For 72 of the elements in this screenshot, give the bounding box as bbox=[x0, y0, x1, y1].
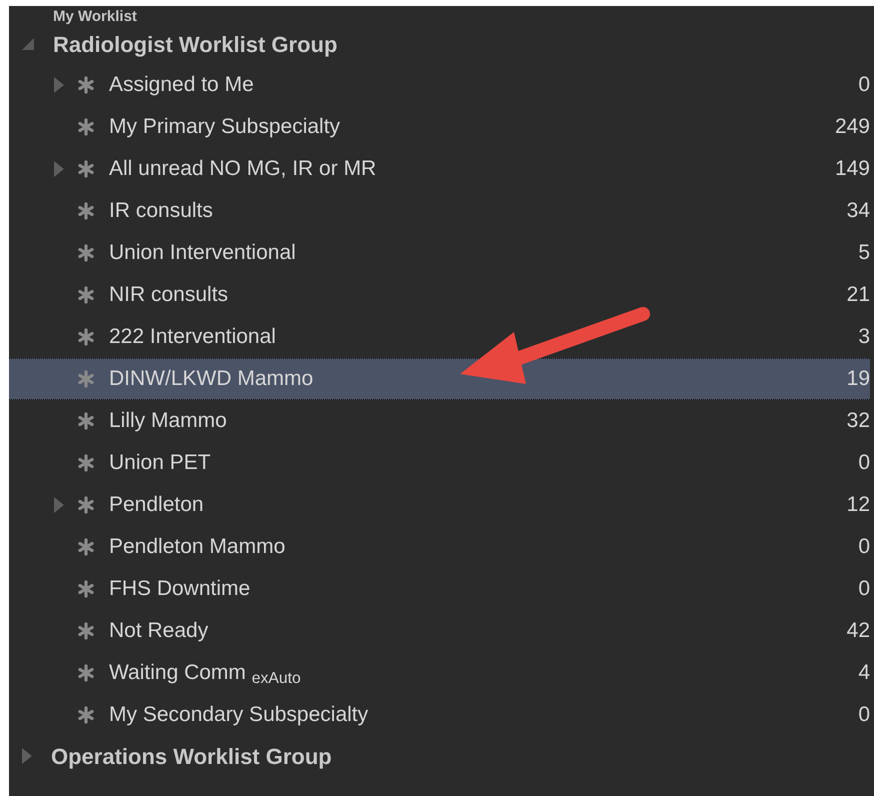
asterisk-icon bbox=[77, 538, 95, 556]
worklist-item[interactable]: Pendleton Mammo 0 bbox=[9, 526, 870, 568]
item-count: 12 bbox=[846, 492, 870, 518]
asterisk-icon bbox=[77, 328, 95, 346]
asterisk-icon bbox=[77, 706, 95, 724]
item-count: 249 bbox=[834, 114, 870, 140]
worklist-item[interactable]: Waiting Comm $_{exAuto}$ 4 bbox=[9, 652, 870, 694]
worklist-item[interactable]: Lilly Mammo 32 bbox=[9, 400, 870, 442]
item-count: 34 bbox=[846, 198, 870, 224]
item-count: 19 bbox=[846, 366, 870, 392]
worklist-label: DINW/LKWD Mammo bbox=[109, 366, 314, 392]
asterisk-icon bbox=[77, 370, 95, 388]
worklist-item[interactable]: My Primary Subspecialty 249 bbox=[9, 106, 870, 148]
item-count: 0 bbox=[858, 576, 870, 602]
worklist-item[interactable]: Assigned to Me 0 bbox=[9, 64, 870, 106]
worklist-label: Not Ready bbox=[109, 618, 208, 644]
asterisk-icon bbox=[77, 622, 95, 640]
worklist-item[interactable]: Not Ready 42 bbox=[9, 610, 870, 652]
worklist-item[interactable]: All unread NO MG, IR or MR 149 bbox=[9, 148, 870, 190]
worklist-item[interactable]: DINW/LKWD Mammo 19 bbox=[9, 358, 870, 400]
asterisk-icon bbox=[77, 580, 95, 598]
item-count: 42 bbox=[846, 618, 870, 644]
asterisk-icon bbox=[77, 202, 95, 220]
worklist-item[interactable]: IR consults 34 bbox=[9, 190, 870, 232]
asterisk-icon bbox=[77, 244, 95, 262]
item-count: 32 bbox=[846, 408, 870, 434]
asterisk-icon bbox=[77, 454, 95, 472]
asterisk-icon bbox=[77, 496, 95, 514]
worklist-item[interactable]: NIR consults 21 bbox=[9, 274, 870, 316]
expand-triangle-icon[interactable] bbox=[21, 747, 33, 765]
asterisk-icon bbox=[77, 664, 95, 682]
worklist-item[interactable]: My Secondary Subspecialty 0 bbox=[9, 694, 870, 736]
worklist-label: NIR consults bbox=[109, 282, 228, 308]
worklist-label: Pendleton Mammo bbox=[109, 534, 286, 560]
item-count: 0 bbox=[858, 702, 870, 728]
item-count: 5 bbox=[858, 240, 870, 266]
worklist-label: 222 Interventional bbox=[109, 324, 276, 350]
worklist-item[interactable]: 222 Interventional 3 bbox=[9, 316, 870, 358]
group-header[interactable]: My Worklist bbox=[53, 8, 137, 24]
worklist-label: FHS Downtime bbox=[109, 576, 250, 602]
worklist-label: Union PET bbox=[109, 450, 211, 476]
asterisk-icon bbox=[77, 160, 95, 178]
item-count: 0 bbox=[858, 534, 870, 560]
worklist-label: IR consults bbox=[109, 198, 213, 224]
group-header[interactable]: Operations Worklist Group bbox=[51, 740, 332, 772]
asterisk-icon bbox=[77, 286, 95, 304]
worklist-label: Pendleton bbox=[109, 492, 204, 518]
asterisk-icon bbox=[77, 76, 95, 94]
asterisk-icon bbox=[77, 118, 95, 136]
expand-triangle-icon[interactable] bbox=[53, 496, 65, 514]
item-count: 4 bbox=[858, 660, 870, 686]
item-count: 0 bbox=[858, 450, 870, 476]
worklist-item[interactable]: Union Interventional 5 bbox=[9, 232, 870, 274]
group-header[interactable]: Radiologist Worklist Group bbox=[53, 28, 338, 60]
item-count: 149 bbox=[834, 156, 870, 182]
worklist-label: Union Interventional bbox=[109, 240, 296, 266]
worklist-label: My Secondary Subspecialty bbox=[109, 702, 368, 728]
expand-triangle-icon[interactable] bbox=[53, 76, 65, 94]
worklist-label: All unread NO MG, IR or MR bbox=[109, 156, 376, 182]
item-count: 3 bbox=[858, 324, 870, 350]
asterisk-icon bbox=[77, 412, 95, 430]
worklist-item[interactable]: Union PET 0 bbox=[9, 442, 870, 484]
item-count: 21 bbox=[846, 282, 870, 308]
worklist-label: Lilly Mammo bbox=[109, 408, 227, 434]
worklist-label: Waiting Comm $_{exAuto}$ bbox=[109, 660, 301, 689]
worklist-label: My Primary Subspecialty bbox=[109, 114, 340, 140]
worklist-item[interactable]: FHS Downtime 0 bbox=[9, 568, 870, 610]
expand-triangle-icon[interactable] bbox=[53, 160, 65, 178]
collapse-triangle-icon[interactable] bbox=[21, 37, 35, 51]
worklist-label: Assigned to Me bbox=[109, 72, 254, 98]
item-count: 0 bbox=[858, 72, 870, 98]
worklist-item[interactable]: Pendleton 12 bbox=[9, 484, 870, 526]
